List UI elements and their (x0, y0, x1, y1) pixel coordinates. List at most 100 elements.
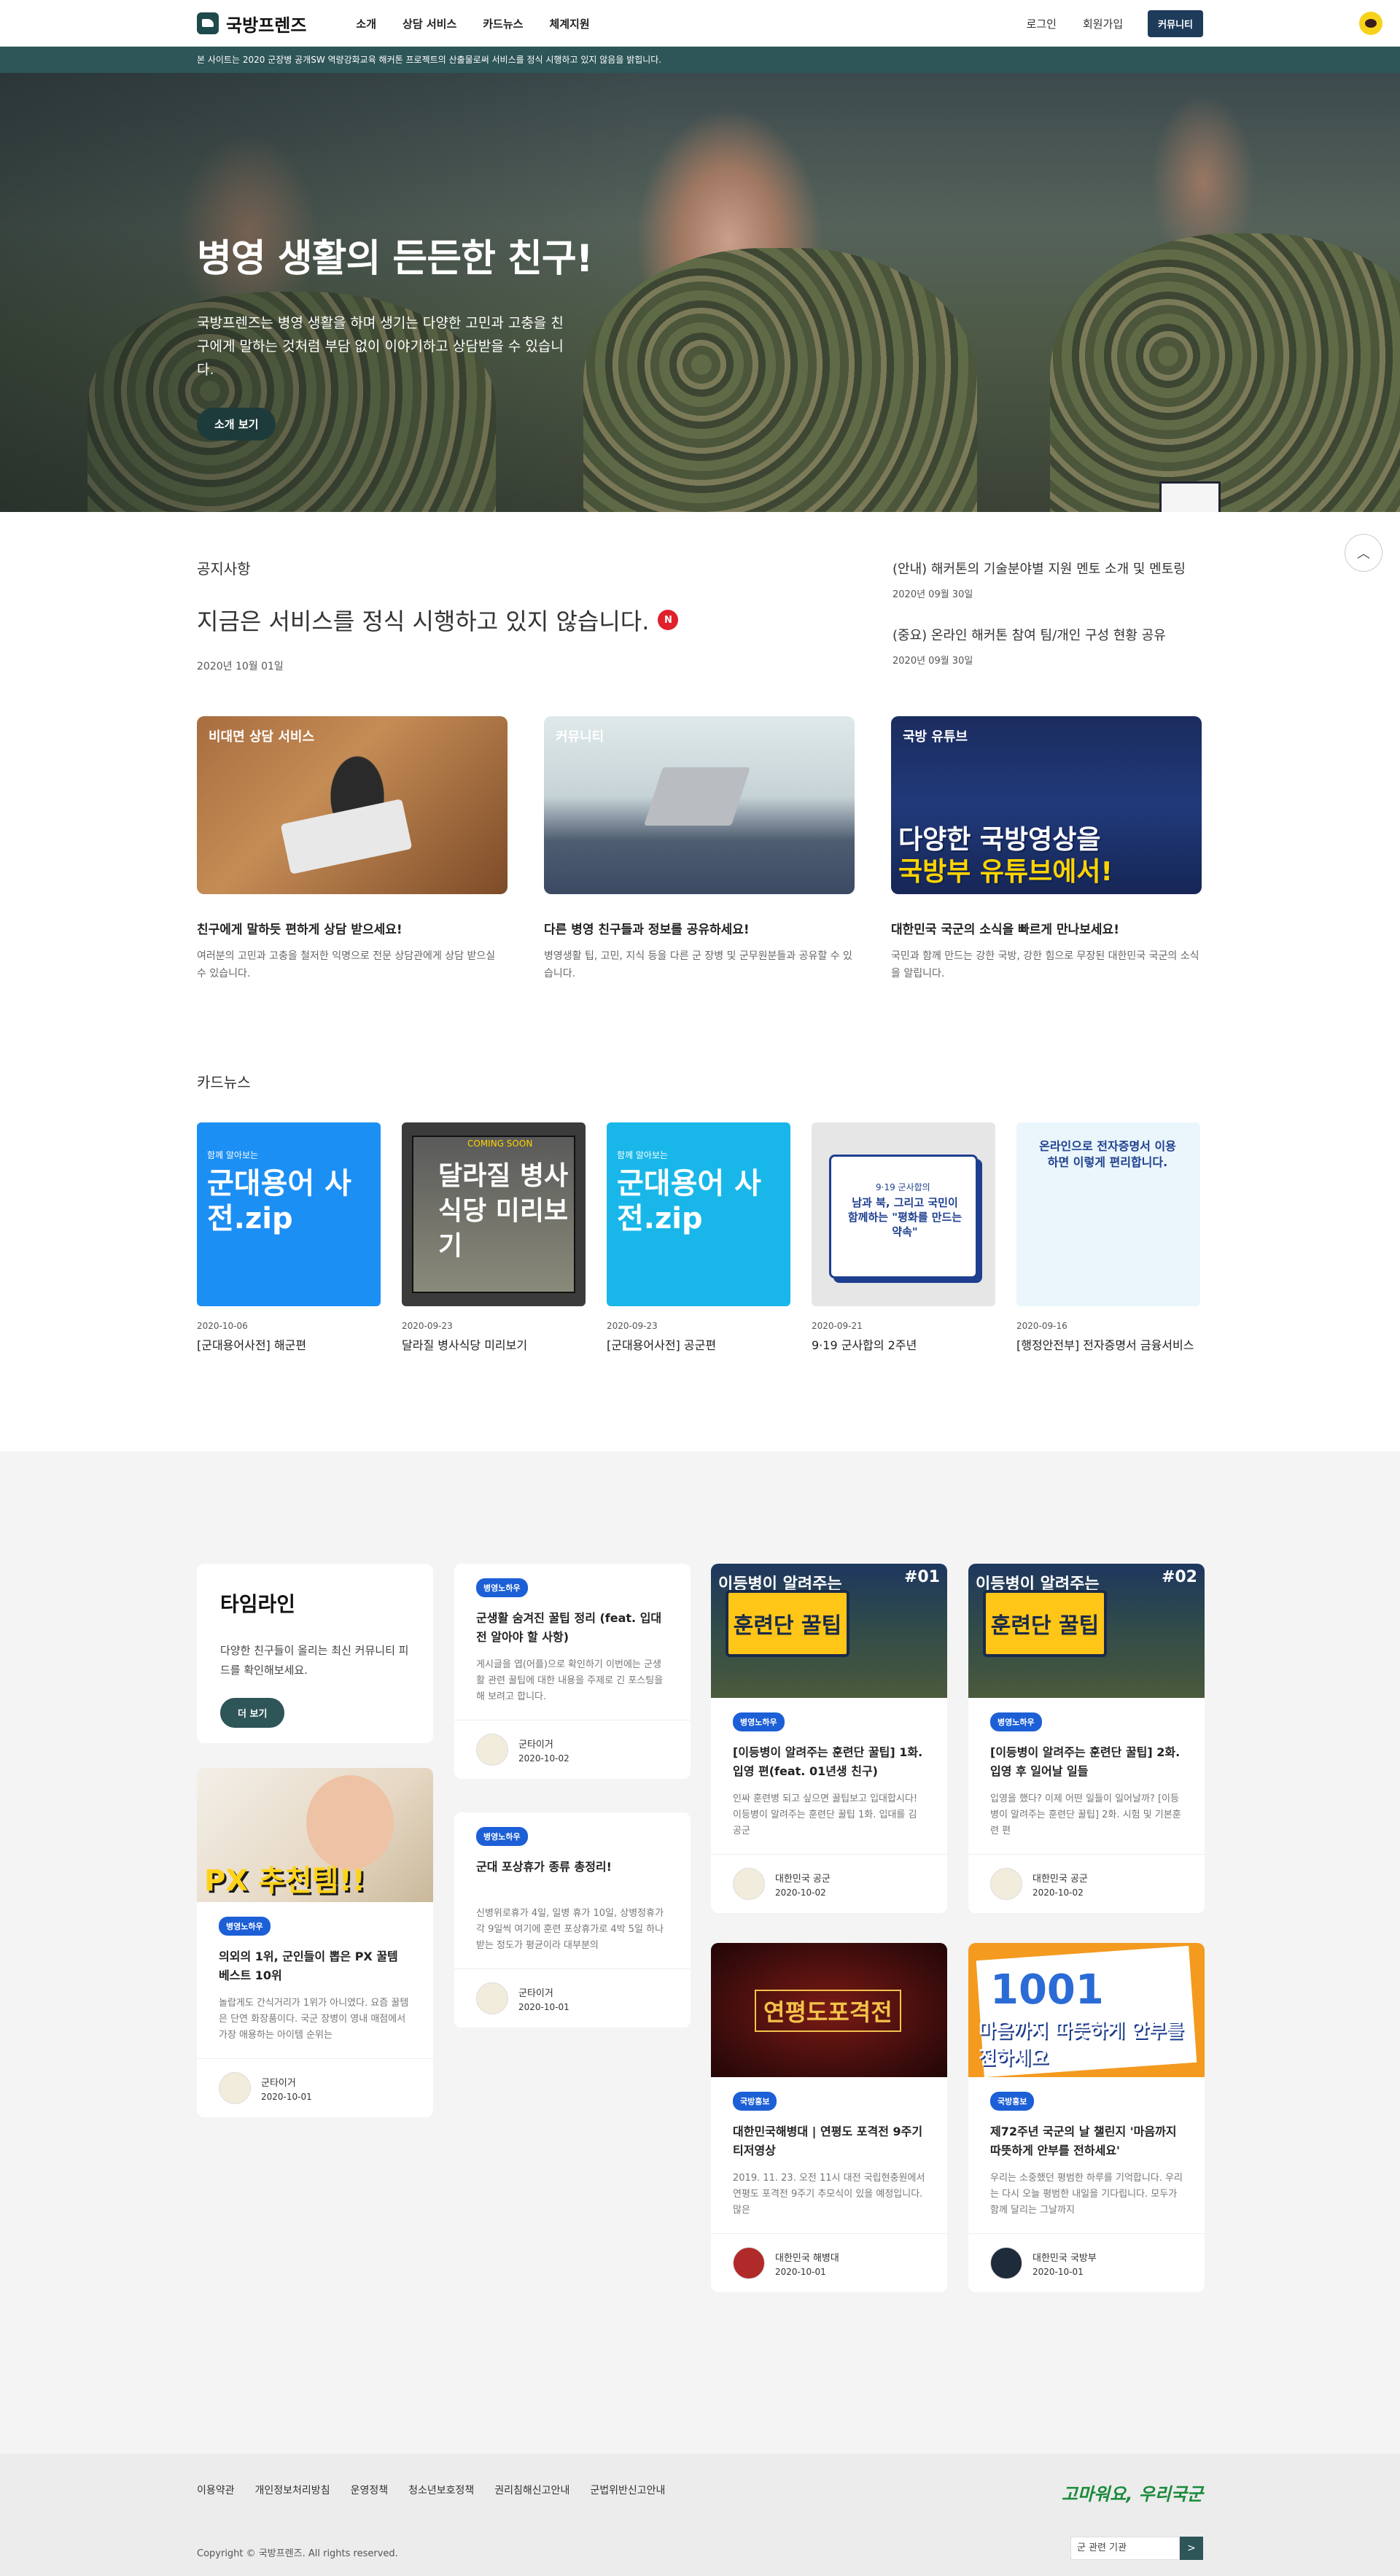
cardnews-title: 달라질 병사식당 미리보기 (402, 1338, 528, 1352)
notice-main[interactable]: 지금은 서비스를 정식 시행하고 있지 않습니다. N (197, 603, 679, 637)
card-image: 이등병이 알려주는 #02 훈련단 꿀팁 (968, 1564, 1205, 1698)
logo-icon (197, 12, 219, 34)
header: 국방프렌즈 소개 상담 서비스 카드뉴스 체계지원 로그인 회원가입 커뮤니티 (0, 0, 1400, 47)
community-button[interactable]: 커뮤니티 (1148, 9, 1203, 37)
timeline-desc: 다양한 친구들이 올리는 최신 커뮤니티 피드를 확인해보세요. (220, 1644, 409, 1677)
cardnews-date: 2020-09-23 (402, 1321, 453, 1331)
avatar (476, 1982, 508, 2014)
notice-item[interactable]: (중요) 온라인 해커톤 참여 팀/개인 구성 현황 공유 2020년 09월 … (892, 625, 1206, 667)
more-button[interactable]: 더 보기 (220, 1698, 285, 1728)
service-card[interactable]: 국방 유튜브 다양한 국방영상을 국방부 유튜브에서! 대한민국 국군의 소식을 … (891, 716, 1202, 982)
nav-support[interactable]: 체계지원 (536, 16, 602, 31)
login-link[interactable]: 로그인 (1014, 16, 1070, 31)
timeline-title: 타임라인 (220, 1592, 296, 1616)
card-title: 군대 포상휴가 종류 총정리! (476, 1860, 612, 1874)
notice-main-title: 지금은 서비스를 정식 시행하고 있지 않습니다. (197, 608, 650, 635)
card-title: 제72주년 국군의 날 챌린지 '마음까지 따뜻하게 안부를 전하세요' (990, 2125, 1177, 2157)
cardnews-item[interactable]: 온라인으로 전자증명서 이용하면 이렇게 편리합니다. 2020-09-16 [… (1016, 1122, 1200, 1354)
card-title: 대한민국해병대 | 연평도 포격전 9주기 티저영상 (733, 2125, 923, 2157)
footer-link-privacy[interactable]: 개인정보처리방침 (255, 2483, 330, 2497)
notice-section: 공지사항 지금은 서비스를 정식 시행하고 있지 않습니다. N 2020년 1… (0, 512, 1400, 716)
hero-image-soldier (1050, 233, 1400, 512)
footer-link-policy[interactable]: 운영정책 (351, 2483, 389, 2497)
category-tag: 병영노하우 (219, 1917, 271, 1936)
card-text: 입영을 했다? 이제 어떤 일들이 일어날까? [이등병이 알려주는 훈련단 꿀… (990, 1793, 1181, 1836)
card-text: 2019. 11. 23. 오전 11시 대전 국립현충원에서 연평도 포격전 … (733, 2173, 925, 2216)
intro-button[interactable]: 소개 보기 (197, 408, 276, 441)
cardnews-image: COMING SOON 달라질 병사식당 미리보기 (402, 1122, 586, 1306)
footer-link-terms[interactable]: 이용약관 (197, 2483, 235, 2497)
timeline-card[interactable]: 이등병이 알려주는 #02 훈련단 꿀팁 병영노하우 [이등병이 알려주는 훈련… (968, 1564, 1205, 1913)
airforce-emblem-icon (733, 1868, 765, 1900)
card-title: 군생활 숨겨진 꿀팁 정리 (feat. 입대 전 알아야 할 사항) (476, 1611, 662, 1644)
avatar (219, 2072, 251, 2104)
post-date: 2020-10-01 (775, 2266, 826, 2277)
timeline-card[interactable]: 병영노하우 군생활 숨겨진 꿀팁 정리 (feat. 입대 전 알아야 할 사항… (454, 1564, 691, 1779)
service-card[interactable]: 커뮤니티 다른 병영 친구들과 정보를 공유하세요! 병영생활 팁, 고민, 지… (544, 716, 855, 982)
footer-link-youth[interactable]: 청소년보호정책 (408, 2483, 474, 2497)
notice-label: 공지사항 (197, 560, 251, 578)
notice-item[interactable]: (안내) 해커톤의 기술분야별 지원 멘토 소개 및 멘토링 2020년 09월… (892, 559, 1206, 600)
card-image: 1001 마음까지 따뜻하게 안부를 전하세요 (968, 1943, 1205, 2077)
card-title: [이등병이 알려주는 훈련단 꿀팁] 2화. 입영 후 일어날 일들 (990, 1745, 1181, 1778)
timeline-card[interactable]: 연평도포격전 국방홍보 대한민국해병대 | 연평도 포격전 9주기 티저영상 2… (711, 1943, 947, 2292)
service-desc: 여러분의 고민과 고충을 철저한 익명으로 전문 상담관에게 상담 받으실 수 … (197, 950, 496, 979)
cardnews-title: [군대용어사전] 해군편 (197, 1338, 307, 1352)
cardnews-item[interactable]: 함께 알아보는 군대용어 사전.zip 2020-09-23 [군대용어사전] … (607, 1122, 790, 1354)
cardnews-item[interactable]: 9·19 군사합의 남과 북, 그리고 국민이 함께하는 "평화를 만드는 약속… (812, 1122, 995, 1354)
footer-link-report[interactable]: 군법위반신고안내 (590, 2483, 665, 2497)
main-nav: 소개 상담 서비스 카드뉴스 체계지원 (343, 16, 602, 31)
go-button[interactable]: > (1180, 2537, 1203, 2560)
disclaimer-bar: 본 사이트는 2020 군장병 공개SW 역량강화교육 해커톤 프로젝트의 산출… (0, 47, 1400, 73)
service-tag: 커뮤니티 (556, 729, 604, 745)
footer-links: 이용약관 개인정보처리방침 운영정책 청소년보호정책 권리침해신고안내 군법위반… (197, 2483, 665, 2497)
disclaimer-text: 본 사이트는 2020 군장병 공개SW 역량강화교육 해커톤 프로젝트의 산출… (197, 55, 662, 65)
timeline-card[interactable]: 1001 마음까지 따뜻하게 안부를 전하세요 국방홍보 제72주년 국군의 날… (968, 1943, 1205, 2292)
kakao-chat-icon[interactable] (1359, 12, 1382, 35)
service-title: 친구에게 말하듯 편하게 상담 받으세요! (197, 923, 402, 937)
post-date: 2020-10-02 (775, 1887, 826, 1898)
hero-description: 국방프렌즈는 병영 생활을 하며 생기는 다양한 고민과 고충을 친구에게 말하… (197, 315, 564, 378)
signup-link[interactable]: 회원가입 (1070, 16, 1136, 31)
cardnews-item[interactable]: 함께 알아보는 군대용어 사전.zip 2020-10-06 [군대용어사전] … (197, 1122, 381, 1354)
related-sites-select[interactable]: 군 관련 기관 (1070, 2537, 1180, 2560)
airforce-emblem-icon (990, 1868, 1022, 1900)
card-image: 연평도포격전 (711, 1943, 947, 2077)
nav-intro[interactable]: 소개 (343, 16, 389, 31)
card-image: PX 추천템!! (197, 1768, 433, 1902)
chevron-up-icon: ︿ (1357, 546, 1370, 562)
author-name: 대한민국 국방부 (1032, 2252, 1097, 2264)
cardnews-date: 2020-09-23 (607, 1321, 658, 1331)
cardnews-image: 함께 알아보는 군대용어 사전.zip (607, 1122, 790, 1306)
cardnews-title: [행정안전부] 전자증명서 금융서비스 (1016, 1338, 1194, 1352)
card-title: 의외의 1위, 군인들이 뽑은 PX 꿀템 베스트 10위 (219, 1950, 398, 1982)
cardnews-image: 9·19 군사합의 남과 북, 그리고 국민이 함께하는 "평화를 만드는 약속… (812, 1122, 995, 1306)
post-date: 2020-10-02 (518, 1753, 569, 1764)
copyright: Copyright © 국방프렌즈. All rights reserved. (197, 2548, 398, 2559)
site-logo[interactable]: 국방프렌즈 (197, 11, 306, 36)
card-title: [이등병이 알려주는 훈련단 꿀팁] 1화. 입영 편(feat. 01년생 친… (733, 1745, 923, 1778)
new-badge: N (658, 610, 679, 630)
scroll-top-button[interactable]: ︿ (1345, 534, 1382, 572)
service-desc: 국민과 함께 만드는 강한 국방, 강한 힘으로 무장된 대한민국 국군의 소식… (891, 950, 1199, 979)
cardnews-item[interactable]: COMING SOON 달라질 병사식당 미리보기 2020-09-23 달라질… (402, 1122, 586, 1354)
service-card[interactable]: 비대면 상담 서비스 친구에게 말하듯 편하게 상담 받으세요! 여러분의 고민… (197, 716, 508, 982)
category-tag: 병영노하우 (990, 1712, 1042, 1731)
mnd-emblem-icon (990, 2247, 1022, 2279)
nav-cardnews[interactable]: 카드뉴스 (470, 16, 536, 31)
card-text: 놀랍게도 간식거리가 1위가 아니였다. 요즘 꿀템은 단연 화장품이다. 국군… (219, 1998, 409, 2041)
category-tag: 병영노하우 (476, 1578, 528, 1597)
brand-logo: 고마워요, 우리국군 (1061, 2484, 1203, 2505)
footer-link-rights[interactable]: 권리침해신고안내 (494, 2483, 569, 2497)
nav-counsel[interactable]: 상담 서비스 (389, 16, 470, 31)
author-name: 대한민국 공군 (1032, 1873, 1088, 1885)
timeline-card[interactable]: 이등병이 알려주는 #01 훈련단 꿀팁 병영노하우 [이등병이 알려주는 훈련… (711, 1564, 947, 1913)
notice-list: (안내) 해커톤의 기술분야별 지원 멘토 소개 및 멘토링 2020년 09월… (892, 559, 1206, 691)
cardnews-image: 온라인으로 전자증명서 이용하면 이렇게 편리합니다. (1016, 1122, 1200, 1306)
user-menu: 로그인 회원가입 커뮤니티 (1014, 9, 1203, 37)
logo-text: 국방프렌즈 (226, 15, 307, 36)
service-tag: 비대면 상담 서비스 (209, 729, 315, 745)
timeline-card[interactable]: 병영노하우 군대 포상휴가 종류 총정리! 신병위로휴가 4일, 일병 휴가 1… (454, 1812, 691, 2028)
author-name: 군타이거 (518, 1739, 553, 1750)
timeline-card[interactable]: PX 추천템!! 병영노하우 의외의 1위, 군인들이 뽑은 PX 꿀템 베스트… (197, 1768, 433, 2117)
